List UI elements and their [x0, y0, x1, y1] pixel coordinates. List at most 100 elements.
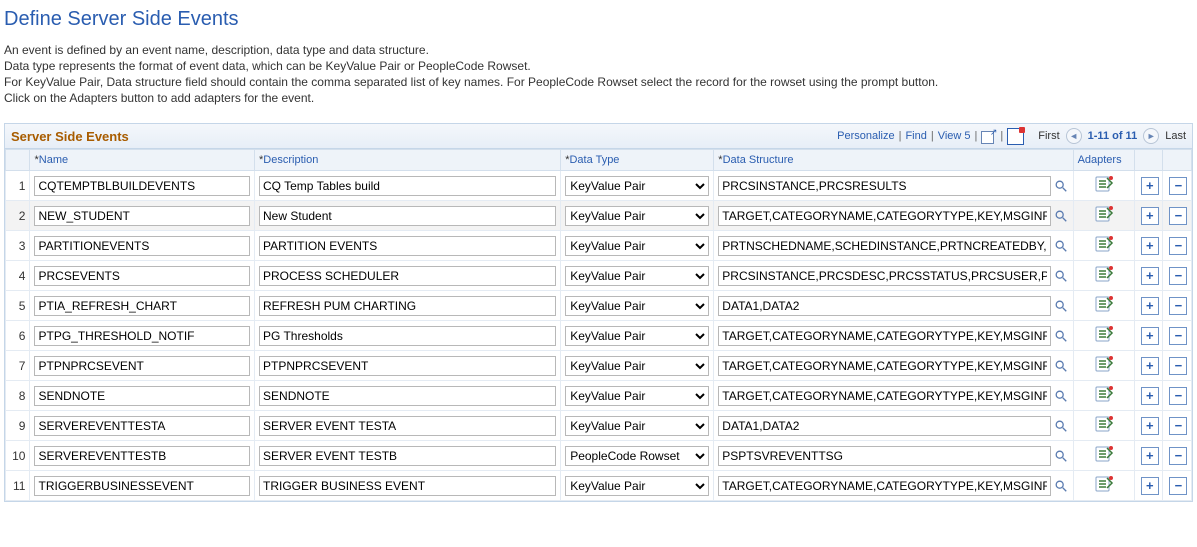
datatype-select[interactable]: KeyValue PairPeopleCode Rowset — [565, 176, 709, 196]
lookup-icon[interactable] — [1053, 268, 1069, 284]
delete-row-button[interactable]: − — [1169, 357, 1187, 375]
col-datastructure[interactable]: *Data Structure — [714, 150, 1073, 171]
datastructure-input[interactable] — [718, 446, 1050, 466]
lookup-icon[interactable] — [1053, 178, 1069, 194]
personalize-link[interactable]: Personalize — [837, 130, 894, 142]
description-input[interactable] — [259, 416, 556, 436]
delete-row-button[interactable]: − — [1169, 297, 1187, 315]
adapters-button[interactable] — [1094, 265, 1114, 283]
add-row-button[interactable]: + — [1141, 327, 1159, 345]
name-input[interactable] — [34, 386, 250, 406]
delete-row-button[interactable]: − — [1169, 177, 1187, 195]
col-datatype[interactable]: *Data Type — [561, 150, 714, 171]
datatype-select[interactable]: KeyValue PairPeopleCode Rowset — [565, 356, 709, 376]
datastructure-input[interactable] — [718, 386, 1050, 406]
datastructure-input[interactable] — [718, 476, 1050, 496]
description-input[interactable] — [259, 236, 556, 256]
lookup-icon[interactable] — [1053, 448, 1069, 464]
description-input[interactable] — [259, 206, 556, 226]
datatype-select[interactable]: KeyValue PairPeopleCode Rowset — [565, 416, 709, 436]
lookup-icon[interactable] — [1053, 418, 1069, 434]
add-row-button[interactable]: + — [1141, 357, 1159, 375]
lookup-icon[interactable] — [1053, 238, 1069, 254]
add-row-button[interactable]: + — [1141, 297, 1159, 315]
datatype-select[interactable]: KeyValue PairPeopleCode Rowset — [565, 206, 709, 226]
delete-row-button[interactable]: − — [1169, 327, 1187, 345]
add-row-button[interactable]: + — [1141, 267, 1159, 285]
find-link[interactable]: Find — [905, 130, 926, 142]
adapters-button[interactable] — [1094, 325, 1114, 343]
add-row-button[interactable]: + — [1141, 207, 1159, 225]
lookup-icon[interactable] — [1053, 298, 1069, 314]
name-input[interactable] — [34, 296, 250, 316]
add-row-button[interactable]: + — [1141, 177, 1159, 195]
name-input[interactable] — [34, 236, 250, 256]
view5-link[interactable]: View 5 — [938, 130, 971, 142]
datatype-select[interactable]: KeyValue PairPeopleCode Rowset — [565, 296, 709, 316]
col-name[interactable]: *Name — [30, 150, 255, 171]
description-input[interactable] — [259, 476, 556, 496]
name-input[interactable] — [34, 206, 250, 226]
datastructure-input[interactable] — [718, 236, 1050, 256]
add-row-button[interactable]: + — [1141, 477, 1159, 495]
datatype-select[interactable]: KeyValue PairPeopleCode Rowset — [565, 236, 709, 256]
adapters-button[interactable] — [1094, 415, 1114, 433]
adapters-button[interactable] — [1094, 355, 1114, 373]
adapters-button[interactable] — [1094, 205, 1114, 223]
name-input[interactable] — [34, 446, 250, 466]
add-row-button[interactable]: + — [1141, 237, 1159, 255]
adapters-button[interactable] — [1094, 175, 1114, 193]
datastructure-input[interactable] — [718, 296, 1050, 316]
nav-last-label[interactable]: Last — [1165, 130, 1186, 142]
lookup-icon[interactable] — [1053, 358, 1069, 374]
datastructure-input[interactable] — [718, 176, 1050, 196]
datatype-select[interactable]: KeyValue PairPeopleCode Rowset — [565, 386, 709, 406]
datastructure-input[interactable] — [718, 416, 1050, 436]
description-input[interactable] — [259, 446, 556, 466]
delete-row-button[interactable]: − — [1169, 417, 1187, 435]
delete-row-button[interactable]: − — [1169, 237, 1187, 255]
delete-row-button[interactable]: − — [1169, 267, 1187, 285]
name-input[interactable] — [34, 356, 250, 376]
name-input[interactable] — [34, 416, 250, 436]
zoom-icon[interactable] — [981, 129, 996, 144]
description-input[interactable] — [259, 326, 556, 346]
adapters-button[interactable] — [1094, 235, 1114, 253]
delete-row-button[interactable]: − — [1169, 447, 1187, 465]
lookup-icon[interactable] — [1053, 388, 1069, 404]
add-row-button[interactable]: + — [1141, 417, 1159, 435]
description-input[interactable] — [259, 266, 556, 286]
download-icon[interactable] — [1007, 128, 1024, 145]
col-adapters[interactable]: Adapters — [1073, 150, 1134, 171]
datastructure-input[interactable] — [718, 266, 1050, 286]
datatype-select[interactable]: KeyValue PairPeopleCode Rowset — [565, 326, 709, 346]
name-input[interactable] — [34, 476, 250, 496]
datatype-select[interactable]: KeyValue PairPeopleCode Rowset — [565, 476, 709, 496]
adapters-button[interactable] — [1094, 385, 1114, 403]
description-input[interactable] — [259, 386, 556, 406]
description-input[interactable] — [259, 296, 556, 316]
add-row-button[interactable]: + — [1141, 447, 1159, 465]
datastructure-input[interactable] — [718, 206, 1050, 226]
delete-row-button[interactable]: − — [1169, 207, 1187, 225]
nav-next-icon[interactable]: ► — [1143, 128, 1159, 144]
name-input[interactable] — [34, 266, 250, 286]
lookup-icon[interactable] — [1053, 328, 1069, 344]
datatype-select[interactable]: KeyValue PairPeopleCode Rowset — [565, 266, 709, 286]
adapters-button[interactable] — [1094, 445, 1114, 463]
adapters-button[interactable] — [1094, 475, 1114, 493]
datastructure-input[interactable] — [718, 356, 1050, 376]
datatype-select[interactable]: KeyValue PairPeopleCode Rowset — [565, 446, 709, 466]
delete-row-button[interactable]: − — [1169, 477, 1187, 495]
lookup-icon[interactable] — [1053, 478, 1069, 494]
datastructure-input[interactable] — [718, 326, 1050, 346]
description-input[interactable] — [259, 176, 556, 196]
col-description[interactable]: *Description — [255, 150, 561, 171]
name-input[interactable] — [34, 326, 250, 346]
name-input[interactable] — [34, 176, 250, 196]
nav-first-label[interactable]: First — [1038, 130, 1059, 142]
delete-row-button[interactable]: − — [1169, 387, 1187, 405]
adapters-button[interactable] — [1094, 295, 1114, 313]
lookup-icon[interactable] — [1053, 208, 1069, 224]
description-input[interactable] — [259, 356, 556, 376]
